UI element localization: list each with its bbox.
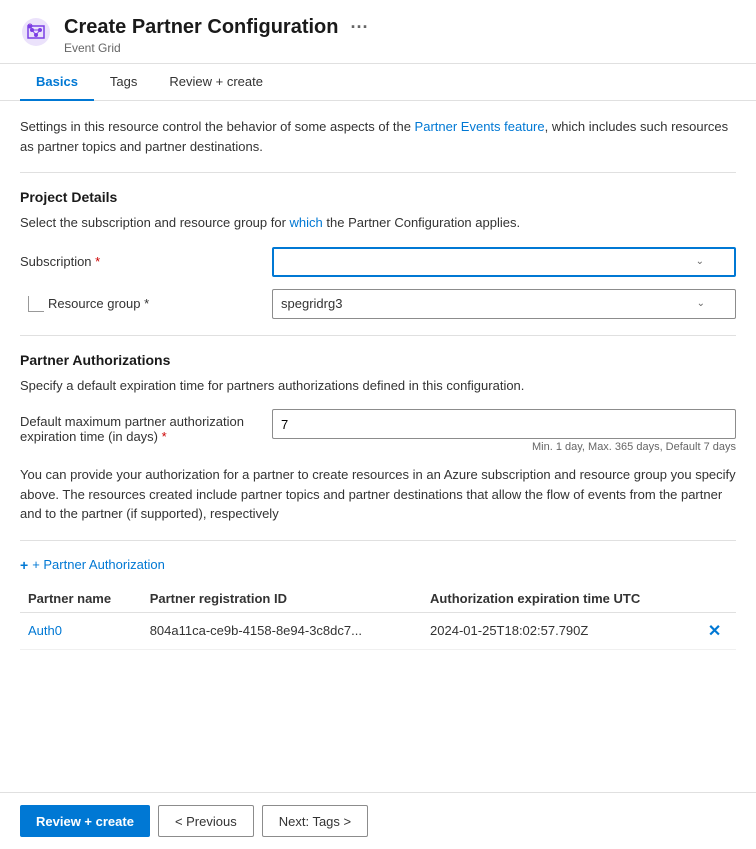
days-label: Default maximum partner authorization ex… [20, 409, 260, 444]
resource-group-label-wrapper: Resource group * [20, 296, 260, 312]
partner-authorizations-section: Partner Authorizations Specify a default… [20, 352, 736, 650]
days-row: Default maximum partner authorization ex… [20, 409, 736, 453]
resource-group-label: Resource group * [48, 296, 149, 311]
previous-button[interactable]: < Previous [158, 805, 254, 837]
col-actions [700, 585, 736, 613]
subscription-dropdown[interactable]: ⌄ [272, 247, 736, 277]
subscription-label: Subscription * [20, 254, 260, 269]
footer-bar: Review + create < Previous Next: Tags > [0, 792, 756, 849]
resource-group-dropdown-arrow: ⌄ [697, 298, 705, 309]
page-header: Create Partner Configuration ··· Event G… [0, 0, 756, 64]
days-hint: Min. 1 day, Max. 365 days, Default 7 day… [272, 441, 736, 453]
partner-auth-title: Partner Authorizations [20, 352, 736, 368]
page-title: Create Partner Configuration ··· [64, 16, 368, 39]
tab-tags[interactable]: Tags [94, 64, 153, 101]
page-subtitle: Event Grid [64, 41, 368, 55]
resource-group-row: Resource group * spegridrg3 ⌄ [20, 289, 736, 319]
partner-auth-table: Partner name Partner registration ID Aut… [20, 585, 736, 650]
rg-connector [28, 296, 44, 312]
main-content: Settings in this resource control the be… [0, 101, 756, 710]
resource-group-value: spegridrg3 [281, 296, 342, 311]
col-partner-name: Partner name [20, 585, 142, 613]
days-input-wrapper: Min. 1 day, Max. 365 days, Default 7 day… [272, 409, 736, 453]
project-details-section: Project Details Select the subscription … [20, 189, 736, 319]
partner-name-cell[interactable]: Auth0 [20, 612, 142, 649]
tab-basics[interactable]: Basics [20, 64, 94, 101]
col-expiration-time: Authorization expiration time UTC [422, 585, 700, 613]
days-input[interactable] [272, 409, 736, 439]
divider-2 [20, 335, 736, 336]
expiration-time-cell: 2024-01-25T18:02:57.790Z [422, 612, 700, 649]
header-ellipsis-menu[interactable]: ··· [350, 17, 368, 38]
registration-id-cell: 804a11ca-ce9b-4158-8e94-3c8dc7... [142, 612, 422, 649]
table-header: Partner name Partner registration ID Aut… [20, 585, 736, 613]
resource-group-dropdown[interactable]: spegridrg3 ⌄ [272, 289, 736, 319]
add-icon: + [20, 557, 28, 573]
header-text-block: Create Partner Configuration ··· Event G… [64, 16, 368, 55]
table-row: Auth0 804a11ca-ce9b-4158-8e94-3c8dc7... … [20, 612, 736, 649]
next-tags-button[interactable]: Next: Tags > [262, 805, 368, 837]
basics-description: Settings in this resource control the be… [20, 117, 736, 156]
col-registration-id: Partner registration ID [142, 585, 422, 613]
subscription-dropdown-arrow: ⌄ [696, 256, 704, 267]
review-create-button[interactable]: Review + create [20, 805, 150, 837]
add-partner-authorization-link[interactable]: + + Partner Authorization [20, 557, 736, 573]
event-grid-icon [20, 16, 52, 48]
subscription-row: Subscription * ⌄ [20, 247, 736, 277]
project-details-title: Project Details [20, 189, 736, 205]
delete-cell: ✕ [700, 612, 736, 649]
tab-review-create[interactable]: Review + create [153, 64, 279, 101]
divider-1 [20, 172, 736, 173]
delete-row-icon[interactable]: ✕ [708, 623, 721, 640]
project-details-description: Select the subscription and resource gro… [20, 213, 736, 233]
partner-auth-description: Specify a default expiration time for pa… [20, 376, 736, 396]
divider-3 [20, 540, 736, 541]
tab-bar: Basics Tags Review + create [0, 64, 756, 101]
add-authorization-label: + Partner Authorization [32, 557, 165, 572]
table-body: Auth0 804a11ca-ce9b-4158-8e94-3c8dc7... … [20, 612, 736, 649]
long-description: You can provide your authorization for a… [20, 465, 736, 524]
